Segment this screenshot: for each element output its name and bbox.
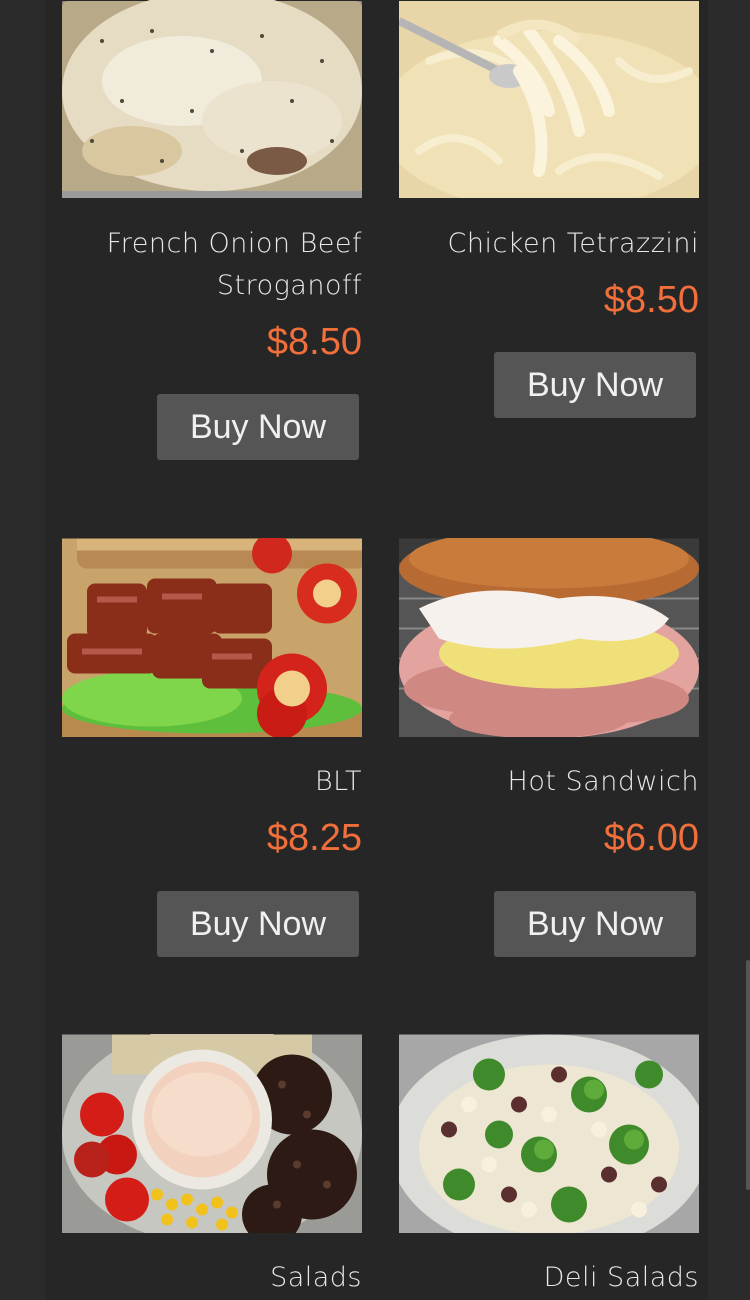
- stroganoff-image[interactable]: [62, 0, 362, 198]
- product-card-hot-sandwich: Hot Sandwich $6.00 Buy Now: [399, 538, 699, 958]
- buy-now-button[interactable]: Buy Now: [157, 891, 359, 957]
- product-price: $6.00: [603, 817, 699, 859]
- buy-now-button[interactable]: Buy Now: [157, 394, 359, 460]
- blt-image[interactable]: [62, 538, 362, 737]
- right-gutter: [708, 0, 750, 1300]
- product-price: $8.50: [266, 321, 362, 363]
- left-gutter: [0, 0, 45, 1300]
- product-name: Salads: [270, 1262, 362, 1293]
- product-card-stroganoff: French Onion Beef Stroganoff $8.50 Buy N…: [62, 0, 362, 470]
- product-price: $8.50: [603, 279, 699, 321]
- hot-sandwich-image[interactable]: [399, 538, 699, 737]
- product-card-deli-salads: Deli Salads: [399, 1034, 699, 1300]
- product-name: Deli Salads: [543, 1262, 699, 1293]
- product-name: BLT: [315, 766, 362, 797]
- product-card-blt: BLT $8.25 Buy Now: [62, 538, 362, 958]
- buy-now-button[interactable]: Buy Now: [494, 352, 696, 418]
- scrollbar[interactable]: [746, 960, 750, 1190]
- product-name: Chicken Tetrazzini: [447, 228, 699, 259]
- product-card-salads: Salads: [62, 1034, 362, 1300]
- product-name-line2: Stroganoff: [216, 270, 362, 301]
- product-grid: French Onion Beef Stroganoff $8.50 Buy N…: [45, 0, 708, 1300]
- product-card-tetrazzini: Chicken Tetrazzini $8.50 Buy Now: [399, 0, 699, 430]
- product-name: French Onion Beef: [106, 228, 362, 259]
- salads-image[interactable]: [62, 1034, 362, 1233]
- buy-now-button[interactable]: Buy Now: [494, 891, 696, 957]
- tetrazzini-image[interactable]: [399, 0, 699, 198]
- deli-salads-image[interactable]: [399, 1034, 699, 1233]
- product-listing-page: French Onion Beef Stroganoff $8.50 Buy N…: [0, 0, 750, 1300]
- product-name: Hot Sandwich: [507, 766, 699, 797]
- product-price: $8.25: [266, 817, 362, 859]
